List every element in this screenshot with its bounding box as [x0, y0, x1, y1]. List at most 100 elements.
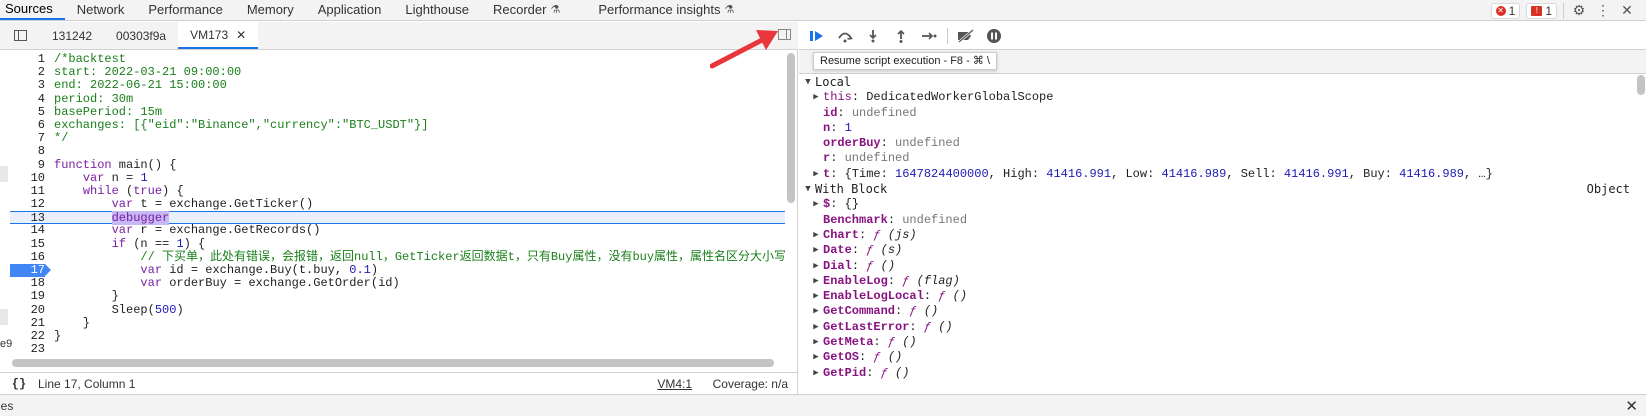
- gear-icon[interactable]: ⚙: [1570, 2, 1588, 20]
- scope-variable[interactable]: orderBuy: undefined: [799, 136, 1634, 151]
- line-number[interactable]: 14: [10, 224, 45, 237]
- line-number[interactable]: 20: [10, 303, 45, 317]
- line-number[interactable]: 19: [10, 290, 45, 303]
- scope-variable[interactable]: ▶ GetMeta: ƒ (): [799, 335, 1634, 350]
- pause-on-exceptions-button[interactable]: [984, 26, 1004, 46]
- tab-memory[interactable]: Memory: [235, 0, 306, 20]
- variable-value: undefined: [902, 212, 968, 227]
- scope-variable[interactable]: r: undefined: [799, 151, 1634, 166]
- code-line[interactable]: 7 */: [10, 131, 785, 145]
- step-into-button[interactable]: [863, 26, 883, 46]
- line-number[interactable]: 23: [10, 342, 45, 356]
- code-line[interactable]: 10 var n = 1: [10, 171, 785, 185]
- editor-horizontal-scrollbar[interactable]: [12, 359, 774, 367]
- variable-value: ƒ (): [866, 258, 896, 273]
- close-icon[interactable]: ✕: [1618, 2, 1636, 20]
- step-out-button[interactable]: [891, 26, 911, 46]
- drawer-close-icon[interactable]: ✕: [1625, 397, 1638, 415]
- tab-performance-insights[interactable]: Performance insights ⚗: [586, 0, 746, 20]
- file-tab[interactable]: 131242: [40, 22, 104, 49]
- expand-triangle-icon[interactable]: ▶: [811, 197, 821, 212]
- step-over-button[interactable]: [835, 26, 855, 46]
- line-number[interactable]: 10: [10, 171, 45, 185]
- tab-lighthouse[interactable]: Lighthouse: [393, 0, 481, 20]
- line-number[interactable]: 8: [10, 145, 45, 158]
- tab-network[interactable]: Network: [65, 0, 137, 20]
- line-number[interactable]: 4: [10, 92, 45, 106]
- source-link[interactable]: VM4:1: [657, 377, 692, 391]
- code-line[interactable]: 19 }: [10, 290, 785, 303]
- expand-triangle-icon[interactable]: ▶: [811, 304, 821, 319]
- scope-variable[interactable]: ▶ this: DedicatedWorkerGlobalScope: [799, 90, 1634, 105]
- line-number[interactable]: 15: [10, 237, 45, 251]
- editor-vertical-scrollbar[interactable]: [787, 53, 795, 203]
- scope-variable[interactable]: ▶ Chart: ƒ (js): [799, 228, 1634, 243]
- scope-variable[interactable]: ▶ EnableLogLocal: ƒ (): [799, 289, 1634, 304]
- tab-sources[interactable]: Sources: [0, 0, 65, 20]
- code-line[interactable]: 9 function main() {: [10, 158, 785, 172]
- code-line[interactable]: 21 }: [10, 316, 785, 330]
- scope-variable[interactable]: id: undefined: [799, 106, 1634, 121]
- cursor-position: Line 17, Column 1: [38, 376, 136, 391]
- code-line[interactable]: 14 var r = exchange.GetRecords(): [10, 224, 785, 237]
- code-line[interactable]: 8: [10, 145, 785, 158]
- scope-variable[interactable]: ▶ Date: ƒ (s): [799, 243, 1634, 258]
- scope-variable[interactable]: ▶ GetOS: ƒ (): [799, 350, 1634, 365]
- line-number[interactable]: 3: [10, 79, 45, 92]
- code-line[interactable]: 22}: [10, 329, 785, 343]
- code-line[interactable]: 23: [10, 342, 785, 356]
- line-number[interactable]: 12: [10, 197, 45, 211]
- expand-triangle-icon[interactable]: ▶: [811, 335, 821, 350]
- code-line[interactable]: 18 var orderBuy = exchange.GetOrder(id): [10, 276, 785, 290]
- scope-variable[interactable]: ▶ Dial: ƒ (): [799, 259, 1634, 274]
- code-editor[interactable]: 1/*backtest 2 start: 2022-03-21 09:00:00 3 e…: [10, 53, 785, 373]
- expand-triangle-icon[interactable]: ▶: [811, 274, 821, 289]
- code-line[interactable]: 6 exchanges: [{"eid":"Binance","currency"…: [10, 118, 785, 132]
- kebab-menu-icon[interactable]: ⋮: [1594, 2, 1612, 20]
- file-tab[interactable]: VM173 ✕: [178, 22, 259, 49]
- tab-application[interactable]: Application: [306, 0, 394, 20]
- scope-variable[interactable]: ▶ t: {Time: 1647824400000, High: 41416.99…: [799, 167, 1634, 182]
- navigator-toggle-button[interactable]: [0, 22, 40, 49]
- scope-variable[interactable]: n: 1: [799, 121, 1634, 136]
- close-tab-icon[interactable]: ✕: [236, 28, 246, 42]
- scope-variable[interactable]: Benchmark: undefined: [799, 213, 1634, 228]
- expand-triangle-icon[interactable]: ▶: [811, 167, 821, 182]
- variable-value: {Time: 1647824400000, High: 41416.991, L…: [844, 166, 1493, 181]
- tab-recorder[interactable]: Recorder ⚗: [481, 0, 572, 20]
- expand-triangle-icon[interactable]: ▶: [811, 320, 821, 335]
- expand-triangle-icon[interactable]: ▶: [811, 366, 821, 381]
- resume-button[interactable]: [807, 26, 827, 46]
- code-line[interactable]: 20 Sleep(500): [10, 303, 785, 317]
- line-number[interactable]: 5: [10, 105, 45, 119]
- expand-triangle-icon[interactable]: ▶: [811, 289, 821, 304]
- expand-triangle-icon[interactable]: ▶: [811, 243, 821, 258]
- resume-icon: [810, 30, 823, 41]
- scope-section-header[interactable]: ▼ Local: [799, 75, 1634, 90]
- error-count-badge[interactable]: ✕ 1: [1490, 2, 1521, 19]
- editor-status-bar: {} Line 17, Column 1 VM4:1 Coverage: n/a: [0, 372, 798, 394]
- file-tab[interactable]: 00303f9a: [104, 22, 178, 49]
- scope-variable[interactable]: ▶ EnableLog: ƒ (flag): [799, 274, 1634, 289]
- expand-triangle-icon[interactable]: ▶: [811, 350, 821, 365]
- line-number[interactable]: 9: [10, 158, 45, 172]
- tab-performance[interactable]: Performance: [136, 0, 234, 20]
- expand-triangle-icon[interactable]: ▶: [811, 90, 821, 105]
- divider: [947, 27, 948, 44]
- scope-variable[interactable]: ▶ GetPid: ƒ (): [799, 366, 1634, 381]
- code-line[interactable]: 12 var t = exchange.GetTicker(): [10, 197, 785, 211]
- pretty-print-button[interactable]: {}: [0, 377, 38, 391]
- line-number[interactable]: 21: [10, 316, 45, 330]
- deactivate-breakpoints-button[interactable]: [956, 26, 976, 46]
- flask-icon: ⚗: [550, 4, 561, 16]
- scope-scrollbar[interactable]: [1637, 75, 1645, 95]
- scope-variable[interactable]: ▶ GetCommand: ƒ (): [799, 304, 1634, 319]
- scope-variable[interactable]: ▶ GetLastError: ƒ (): [799, 320, 1634, 335]
- drawer-tab[interactable]: ies: [0, 399, 13, 413]
- scope-section-header[interactable]: ▼ With Block Object: [799, 182, 1634, 197]
- expand-triangle-icon[interactable]: ▶: [811, 259, 821, 274]
- scope-variable[interactable]: ▶ $: {}: [799, 197, 1634, 212]
- step-button[interactable]: [919, 26, 939, 46]
- expand-triangle-icon[interactable]: ▶: [811, 228, 821, 243]
- issues-count-badge[interactable]: ! 1: [1526, 2, 1557, 19]
